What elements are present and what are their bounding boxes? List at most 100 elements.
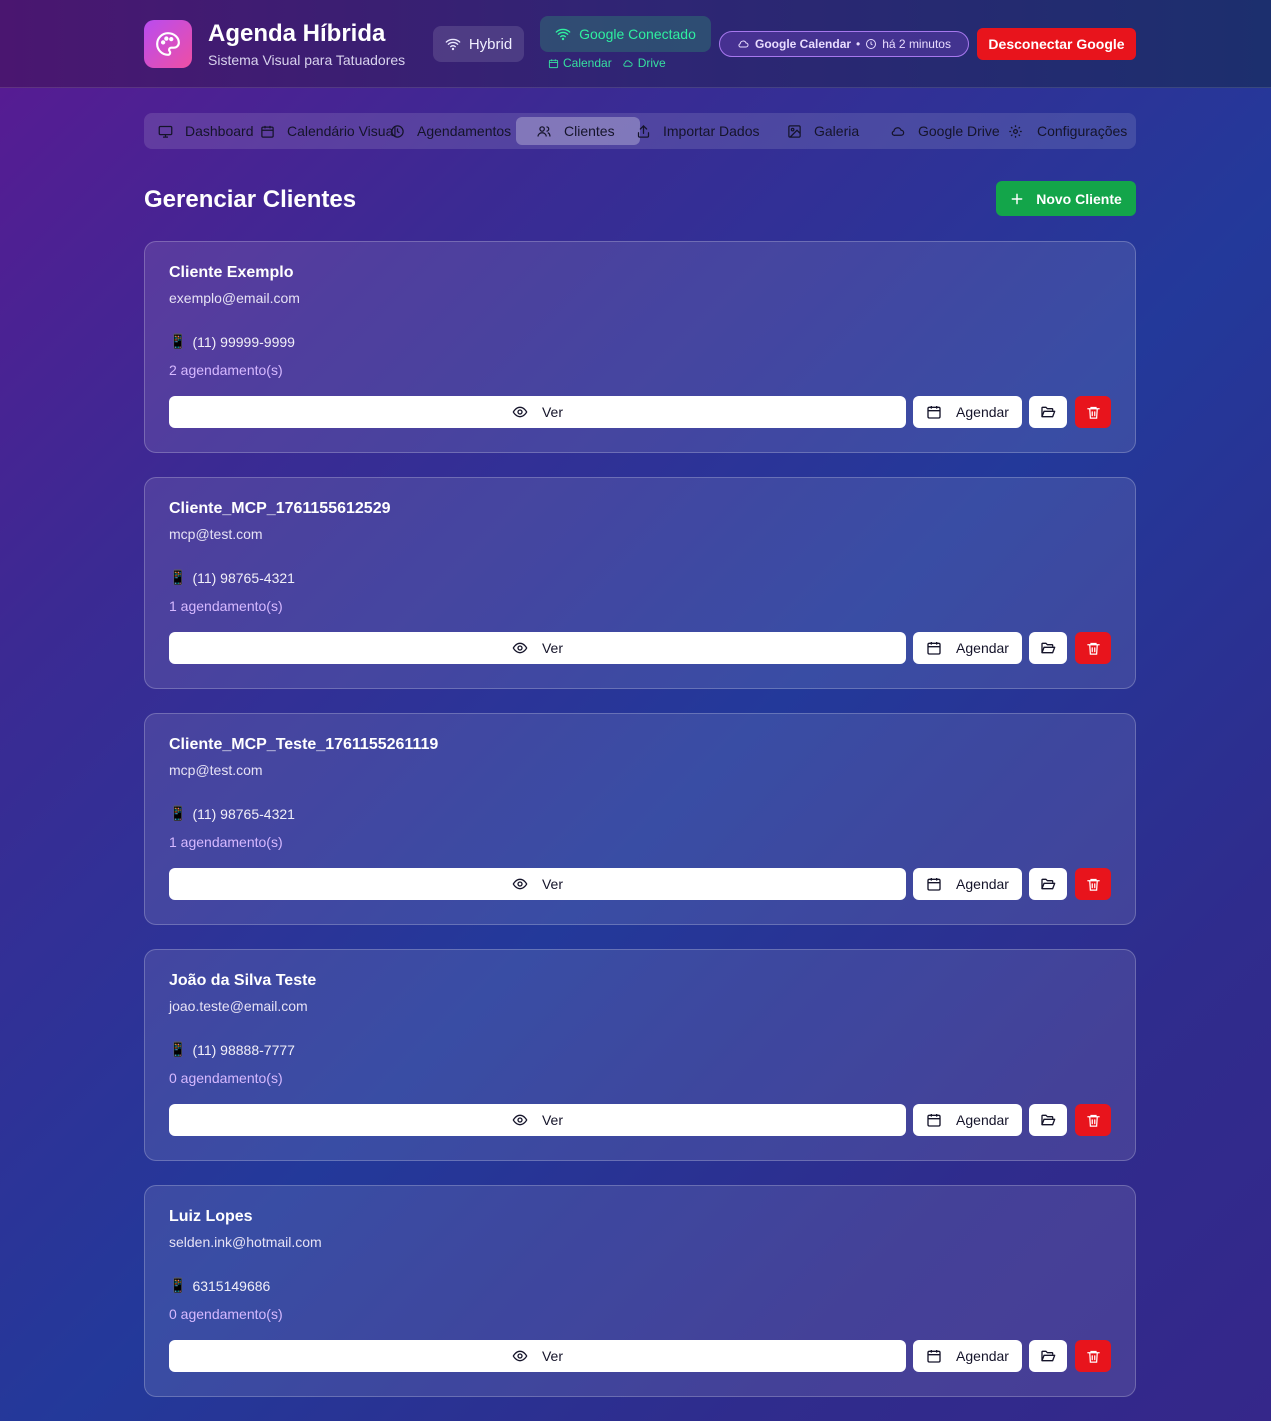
top-bar: Agenda Híbrida Sistema Visual para Tatua…: [0, 0, 1271, 88]
calendar-service-link[interactable]: Calendar: [548, 56, 612, 70]
wifi-icon: [555, 28, 571, 41]
tab-agendamentos[interactable]: Agendamentos: [390, 117, 520, 145]
schedule-client-button[interactable]: Agendar: [913, 396, 1022, 428]
calendar-icon: [927, 642, 941, 655]
delete-client-button[interactable]: [1075, 632, 1111, 664]
phone-icon: 📱: [169, 569, 187, 585]
open-folder-button[interactable]: [1029, 632, 1067, 664]
open-folder-button[interactable]: [1029, 868, 1067, 900]
view-label: Ver: [541, 876, 563, 892]
tab-galeria[interactable]: Galeria: [787, 117, 877, 145]
schedule-client-button[interactable]: Agendar: [913, 1340, 1022, 1372]
sync-service-label: Google Calendar: [755, 37, 852, 51]
view-client-button[interactable]: Ver: [169, 868, 906, 900]
phone-icon: 📱: [169, 1041, 187, 1057]
view-label: Ver: [541, 640, 563, 656]
drive-service-link[interactable]: Drive: [622, 56, 666, 70]
eye-icon: [512, 642, 528, 654]
tab-label: Importar Dados: [663, 123, 760, 139]
client-card: Cliente Exemplo exemplo@email.com 📱 (11) …: [144, 241, 1136, 453]
folder-open-icon: [1041, 1114, 1056, 1126]
tab-label: Google Drive: [918, 123, 1000, 139]
google-connected-label: Google Conectado: [579, 26, 696, 42]
calendar-service-label: Calendar: [563, 56, 612, 70]
app-title: Agenda Híbrida: [208, 20, 386, 47]
tab-importar-dados[interactable]: Importar Dados: [636, 117, 772, 145]
delete-client-button[interactable]: [1075, 396, 1111, 428]
trash-icon: [1086, 406, 1100, 419]
main-nav: Dashboard Calendário Visual Agendamentos…: [144, 113, 1136, 149]
clock-icon: [391, 124, 404, 138]
new-client-button[interactable]: Novo Cliente: [996, 181, 1136, 216]
wifi-icon: [445, 38, 461, 51]
connected-services: Calendar Drive: [548, 56, 666, 70]
client-email: mcp@test.com: [169, 762, 263, 778]
folder-open-icon: [1041, 406, 1056, 418]
calendar-icon: [261, 125, 274, 138]
client-card: Luiz Lopes selden.ink@hotmail.com 📱 63151…: [144, 1185, 1136, 1397]
eye-icon: [512, 878, 528, 890]
schedule-client-button[interactable]: Agendar: [913, 868, 1022, 900]
client-appointments-count: 1 agendamento(s): [169, 834, 283, 850]
tab-label: Agendamentos: [417, 123, 512, 139]
client-email: joao.teste@email.com: [169, 998, 308, 1014]
view-client-button[interactable]: Ver: [169, 632, 906, 664]
sync-separator: •: [856, 37, 861, 51]
client-name: Cliente_MCP_Teste_1761155261119: [169, 736, 439, 753]
tab-label: Configurações: [1037, 123, 1128, 139]
view-client-button[interactable]: Ver: [169, 1104, 906, 1136]
tab-dashboard[interactable]: Dashboard: [158, 117, 260, 145]
client-appointments-count: 2 agendamento(s): [169, 362, 283, 378]
schedule-label: Agendar: [956, 1348, 1009, 1364]
client-phone: 📱 (11) 98765-4321: [169, 805, 295, 822]
schedule-client-button[interactable]: Agendar: [913, 632, 1022, 664]
view-client-button[interactable]: Ver: [169, 1340, 906, 1372]
client-card: Cliente_MCP_Teste_1761155261119 mcp@test…: [144, 713, 1136, 925]
tab-configuracoes[interactable]: Configurações: [1008, 117, 1134, 145]
hybrid-mode-label: Hybrid: [468, 35, 513, 53]
schedule-label: Agendar: [956, 640, 1009, 656]
open-folder-button[interactable]: [1029, 1104, 1067, 1136]
schedule-label: Agendar: [956, 1112, 1009, 1128]
client-email: mcp@test.com: [169, 526, 263, 542]
folder-open-icon: [1041, 1350, 1056, 1362]
app-subtitle: Sistema Visual para Tatuadores: [208, 52, 406, 68]
monitor-icon: [158, 125, 173, 138]
client-phone-number: (11) 99999-9999: [192, 333, 295, 350]
eye-icon: [512, 1350, 528, 1362]
phone-icon: 📱: [169, 1277, 187, 1293]
eye-icon: [512, 406, 528, 418]
new-client-label: Novo Cliente: [1036, 190, 1122, 207]
cloud-icon: [738, 40, 749, 48]
delete-client-button[interactable]: [1075, 1104, 1111, 1136]
calendar-icon: [927, 1114, 941, 1127]
calendar-icon: [927, 878, 941, 891]
tab-label: Clientes: [564, 123, 615, 139]
tab-clientes[interactable]: Clientes: [516, 117, 640, 145]
trash-icon: [1086, 1114, 1100, 1127]
open-folder-button[interactable]: [1029, 396, 1067, 428]
calendar-icon: [927, 406, 941, 419]
open-folder-button[interactable]: [1029, 1340, 1067, 1372]
tab-calendario-visual[interactable]: Calendário Visual: [260, 117, 406, 145]
client-phone-number: (11) 98765-4321: [192, 569, 295, 586]
tab-google-drive[interactable]: Google Drive: [890, 117, 1008, 145]
client-appointments-count: 0 agendamento(s): [169, 1306, 283, 1322]
clock-icon: [866, 39, 877, 49]
gear-icon: [1009, 124, 1022, 138]
view-client-button[interactable]: Ver: [169, 396, 906, 428]
disconnect-google-button[interactable]: Desconectar Google: [977, 28, 1136, 60]
cloud-icon: [891, 126, 905, 136]
delete-client-button[interactable]: [1075, 868, 1111, 900]
hybrid-mode-badge[interactable]: Hybrid: [433, 26, 524, 62]
schedule-label: Agendar: [956, 876, 1009, 892]
schedule-client-button[interactable]: Agendar: [913, 1104, 1022, 1136]
client-phone: 📱 (11) 98888-7777: [169, 1041, 295, 1058]
client-phone: 📱 (11) 99999-9999: [169, 333, 295, 350]
plus-icon: [1011, 193, 1023, 204]
tab-label: Dashboard: [185, 123, 254, 139]
folder-open-icon: [1041, 642, 1056, 654]
delete-client-button[interactable]: [1075, 1340, 1111, 1372]
phone-icon: 📱: [169, 805, 187, 821]
client-name: João da Silva Teste: [169, 972, 317, 989]
